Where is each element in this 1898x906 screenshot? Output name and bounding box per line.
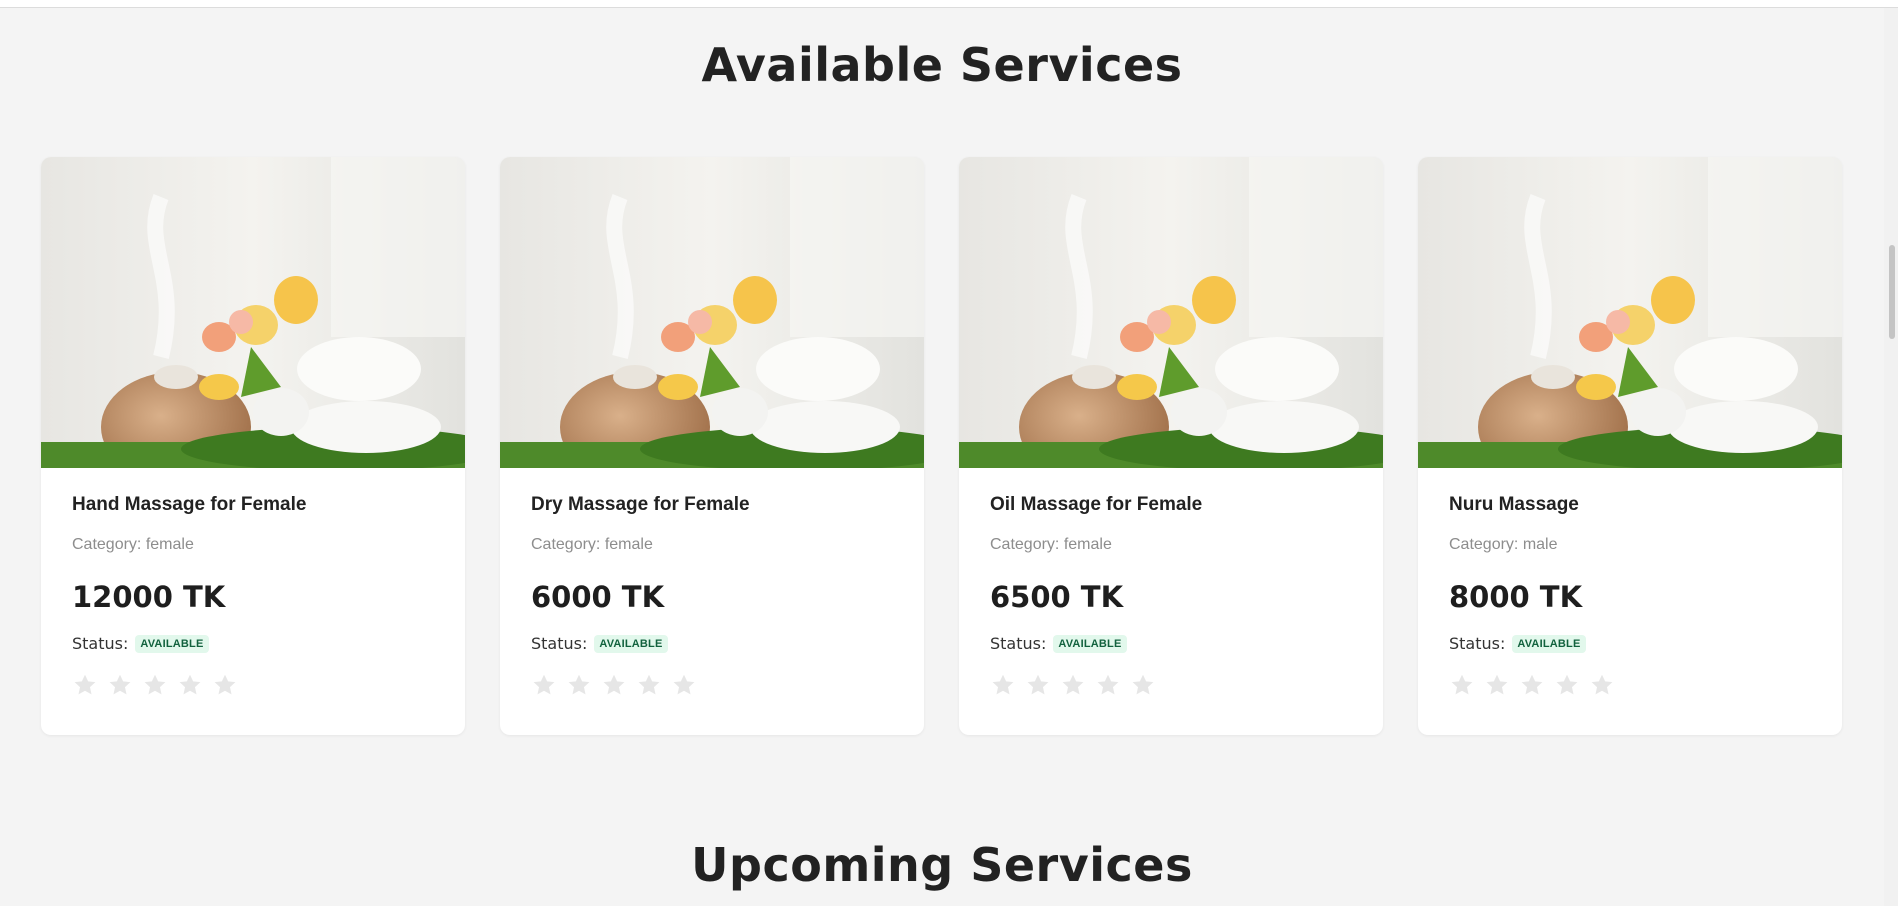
star-icon[interactable] [671, 672, 697, 698]
star-icon[interactable] [72, 672, 98, 698]
star-icon[interactable] [1449, 672, 1475, 698]
star-icon[interactable] [107, 672, 133, 698]
star-icon[interactable] [601, 672, 627, 698]
service-image [959, 157, 1383, 468]
rating-stars[interactable] [1449, 672, 1615, 698]
service-card[interactable]: Hand Massage for Female Category: female… [41, 157, 465, 735]
rating-stars[interactable] [990, 672, 1156, 698]
rating-stars[interactable] [531, 672, 697, 698]
service-category: Category: female [72, 536, 194, 553]
service-category: Category: female [990, 536, 1112, 553]
upcoming-services-heading: Upcoming Services [691, 838, 1193, 892]
service-status: Status: AVAILABLE [72, 634, 209, 653]
service-title[interactable]: Oil Massage for Female [990, 494, 1202, 516]
star-icon[interactable] [212, 672, 238, 698]
service-image [500, 157, 924, 468]
status-badge: AVAILABLE [1053, 634, 1127, 653]
status-label: Status: [72, 634, 129, 653]
star-icon[interactable] [1519, 672, 1545, 698]
service-category: Category: male [1449, 536, 1558, 553]
star-icon[interactable] [142, 672, 168, 698]
rating-stars[interactable] [72, 672, 238, 698]
top-header-edge [0, 0, 1898, 8]
star-icon[interactable] [1025, 672, 1051, 698]
service-price: 6000 TK [531, 580, 665, 614]
service-price: 8000 TK [1449, 580, 1583, 614]
status-label: Status: [1449, 634, 1506, 653]
star-icon[interactable] [531, 672, 557, 698]
service-title[interactable]: Nuru Massage [1449, 494, 1579, 516]
status-label: Status: [990, 634, 1047, 653]
service-card[interactable]: Dry Massage for Female Category: female … [500, 157, 924, 735]
star-icon[interactable] [1554, 672, 1580, 698]
available-services-heading: Available Services [701, 38, 1183, 92]
star-icon[interactable] [1484, 672, 1510, 698]
star-icon[interactable] [1060, 672, 1086, 698]
service-title[interactable]: Hand Massage for Female [72, 494, 306, 516]
service-image [1418, 157, 1842, 468]
scrollbar-thumb[interactable] [1889, 245, 1895, 339]
star-icon[interactable] [636, 672, 662, 698]
star-icon[interactable] [177, 672, 203, 698]
star-icon[interactable] [566, 672, 592, 698]
service-image [41, 157, 465, 468]
service-category: Category: female [531, 536, 653, 553]
service-status: Status: AVAILABLE [531, 634, 668, 653]
status-badge: AVAILABLE [1512, 634, 1586, 653]
status-badge: AVAILABLE [594, 634, 668, 653]
service-status: Status: AVAILABLE [990, 634, 1127, 653]
star-icon[interactable] [1589, 672, 1615, 698]
service-card[interactable]: Oil Massage for Female Category: female … [959, 157, 1383, 735]
status-label: Status: [531, 634, 588, 653]
page-scrollbar[interactable] [1884, 8, 1898, 906]
star-icon[interactable] [990, 672, 1016, 698]
service-price: 12000 TK [72, 580, 226, 614]
star-icon[interactable] [1095, 672, 1121, 698]
service-price: 6500 TK [990, 580, 1124, 614]
services-grid: Hand Massage for Female Category: female… [41, 157, 1842, 737]
service-title[interactable]: Dry Massage for Female [531, 494, 750, 516]
service-card[interactable]: Nuru Massage Category: male 8000 TK Stat… [1418, 157, 1842, 735]
status-badge: AVAILABLE [135, 634, 209, 653]
star-icon[interactable] [1130, 672, 1156, 698]
service-status: Status: AVAILABLE [1449, 634, 1586, 653]
